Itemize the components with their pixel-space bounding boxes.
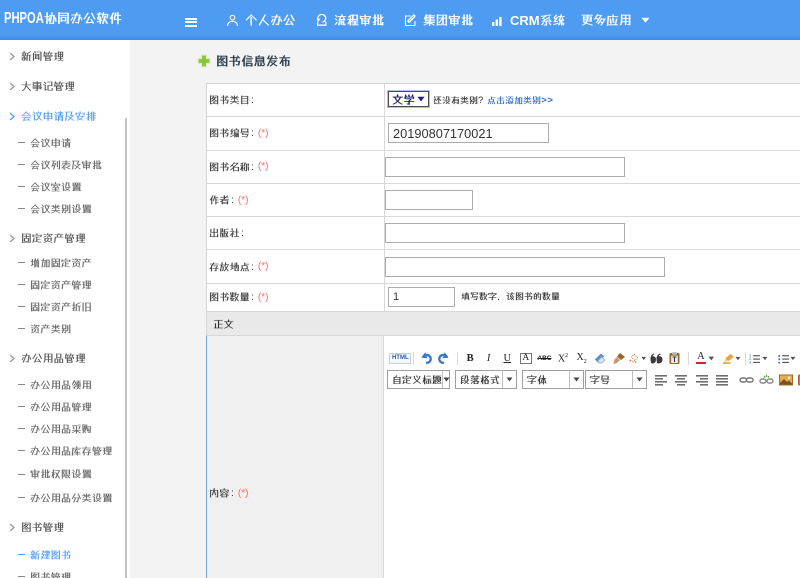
svg-text:3.: 3. — [749, 360, 752, 364]
